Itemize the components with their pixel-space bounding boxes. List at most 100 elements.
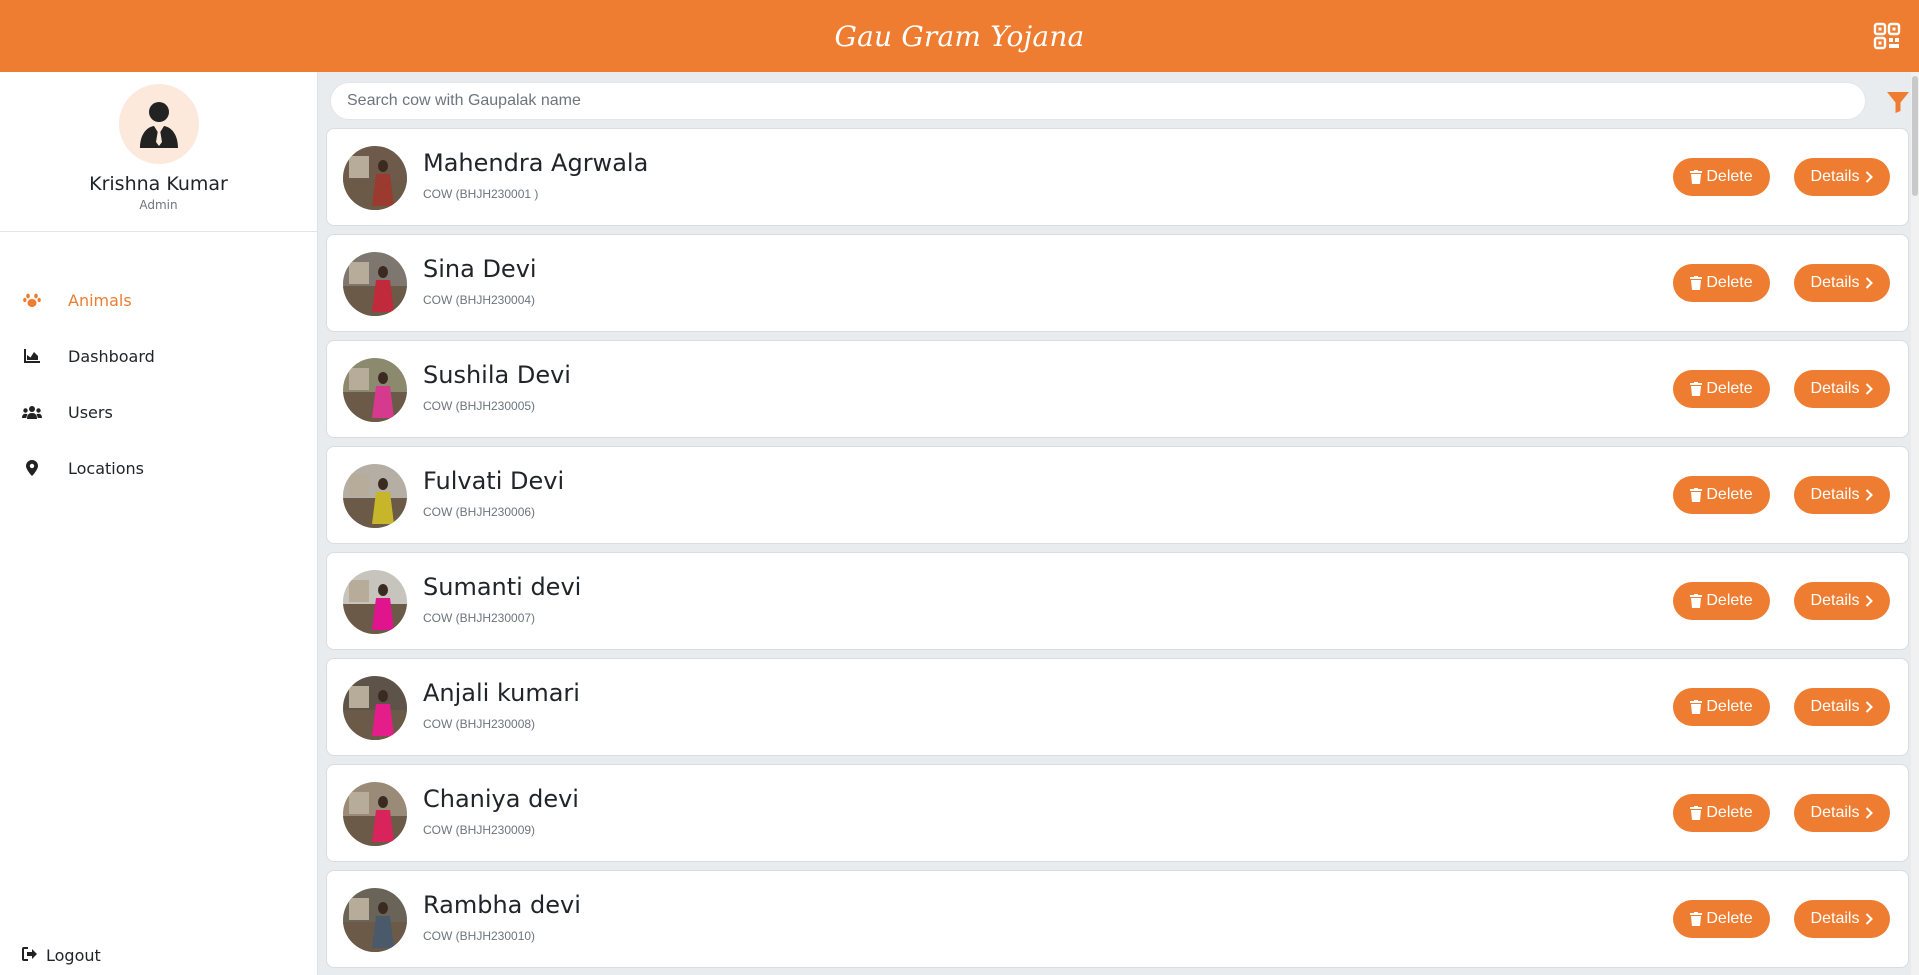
sidebar-item-dashboard[interactable]: Dashboard (0, 328, 317, 384)
delete-label: Delete (1706, 698, 1753, 715)
user-name: Krishna Kumar (89, 173, 228, 195)
filter-icon[interactable] (1886, 90, 1910, 114)
owner-photo (343, 358, 407, 422)
trash-icon (1690, 382, 1703, 396)
animal-list: Mahendra Agrwala COW (BHJH230001 ) Delet… (326, 128, 1909, 975)
animal-card: Sumanti devi COW (BHJH230007) Delete Det… (326, 552, 1909, 650)
logout-button[interactable]: Logout (22, 946, 101, 965)
cow-id: COW (BHJH230005) (423, 399, 536, 413)
scrollbar-thumb[interactable] (1912, 76, 1918, 196)
sidebar-item-users[interactable]: Users (0, 384, 317, 440)
details-button[interactable]: Details (1794, 582, 1890, 620)
delete-button[interactable]: Delete (1673, 582, 1770, 620)
owner-photo (343, 252, 407, 316)
user-tie-icon (139, 102, 178, 148)
delete-label: Delete (1706, 274, 1753, 291)
chevron-right-icon (1866, 489, 1874, 501)
paw-icon (22, 290, 42, 310)
details-button[interactable]: Details (1794, 370, 1890, 408)
sidebar-item-locations[interactable]: Locations (0, 440, 317, 496)
delete-button[interactable]: Delete (1673, 900, 1770, 938)
location-pin-icon (22, 458, 42, 478)
delete-button[interactable]: Delete (1673, 158, 1770, 196)
sidebar-item-animals[interactable]: Animals (0, 272, 317, 328)
animal-card: Anjali kumari COW (BHJH230008) Delete De… (326, 658, 1909, 756)
qr-scan-icon[interactable] (1873, 22, 1901, 50)
search-input[interactable] (330, 82, 1866, 120)
chevron-right-icon (1866, 701, 1874, 713)
main-content: Mahendra Agrwala COW (BHJH230001 ) Delet… (318, 72, 1919, 975)
owner-name: Sina Devi (423, 255, 537, 283)
details-label: Details (1810, 804, 1860, 821)
chevron-right-icon (1866, 595, 1874, 607)
cow-id: COW (BHJH230010) (423, 929, 536, 943)
details-button[interactable]: Details (1794, 476, 1890, 514)
details-label: Details (1810, 910, 1860, 927)
details-label: Details (1810, 274, 1860, 291)
delete-label: Delete (1706, 804, 1753, 821)
chevron-right-icon (1866, 171, 1874, 183)
top-bar: Gau Gram Yojana (0, 0, 1919, 72)
details-label: Details (1810, 380, 1860, 397)
delete-label: Delete (1706, 486, 1753, 503)
details-button[interactable]: Details (1794, 264, 1890, 302)
cow-id: COW (BHJH230008) (423, 717, 536, 731)
chevron-right-icon (1866, 807, 1874, 819)
details-button[interactable]: Details (1794, 900, 1890, 938)
owner-photo (343, 888, 407, 952)
details-button[interactable]: Details (1794, 688, 1890, 726)
details-button[interactable]: Details (1794, 794, 1890, 832)
cow-id: COW (BHJH230007) (423, 611, 536, 625)
logout-label: Logout (46, 946, 101, 965)
details-label: Details (1810, 486, 1860, 503)
details-label: Details (1810, 168, 1860, 185)
owner-name: Sumanti devi (423, 573, 582, 601)
app-title: Gau Gram Yojana (834, 19, 1085, 53)
chart-icon (22, 346, 42, 366)
details-button[interactable]: Details (1794, 158, 1890, 196)
owner-name: Fulvati Devi (423, 467, 565, 495)
chevron-right-icon (1866, 383, 1874, 395)
owner-photo (343, 570, 407, 634)
sidebar: Krishna Kumar Admin Animals Dashboard Us… (0, 72, 318, 975)
details-label: Details (1810, 698, 1860, 715)
sidebar-nav: Animals Dashboard Users Locations (0, 232, 317, 496)
users-icon (22, 402, 42, 422)
chevron-right-icon (1866, 277, 1874, 289)
animal-card: Rambha devi COW (BHJH230010) Delete Deta… (326, 870, 1909, 968)
animal-card: Chaniya devi COW (BHJH230009) Delete Det… (326, 764, 1909, 862)
owner-photo (343, 676, 407, 740)
sidebar-item-label: Locations (68, 458, 145, 478)
delete-button[interactable]: Delete (1673, 370, 1770, 408)
delete-button[interactable]: Delete (1673, 264, 1770, 302)
delete-label: Delete (1706, 910, 1753, 927)
trash-icon (1690, 488, 1703, 502)
profile-panel: Krishna Kumar Admin (0, 72, 317, 232)
chevron-right-icon (1866, 913, 1874, 925)
delete-button[interactable]: Delete (1673, 476, 1770, 514)
trash-icon (1690, 170, 1703, 184)
animal-card: Mahendra Agrwala COW (BHJH230001 ) Delet… (326, 128, 1909, 226)
logout-icon (22, 946, 38, 965)
trash-icon (1690, 594, 1703, 608)
owner-photo (343, 782, 407, 846)
trash-icon (1690, 700, 1703, 714)
details-label: Details (1810, 592, 1860, 609)
owner-photo (343, 464, 407, 528)
delete-label: Delete (1706, 168, 1753, 185)
cow-id: COW (BHJH230004) (423, 293, 536, 307)
delete-button[interactable]: Delete (1673, 794, 1770, 832)
trash-icon (1690, 276, 1703, 290)
cow-id: COW (BHJH230006) (423, 505, 536, 519)
user-role: Admin (139, 198, 178, 212)
owner-name: Mahendra Agrwala (423, 149, 649, 177)
scrollbar[interactable] (1911, 72, 1919, 975)
delete-label: Delete (1706, 592, 1753, 609)
animal-card: Sina Devi COW (BHJH230004) Delete Detail… (326, 234, 1909, 332)
delete-button[interactable]: Delete (1673, 688, 1770, 726)
owner-photo (343, 146, 407, 210)
search-bar (330, 82, 1910, 122)
sidebar-item-label: Animals (68, 290, 132, 310)
owner-name: Rambha devi (423, 891, 581, 919)
owner-name: Anjali kumari (423, 679, 580, 707)
